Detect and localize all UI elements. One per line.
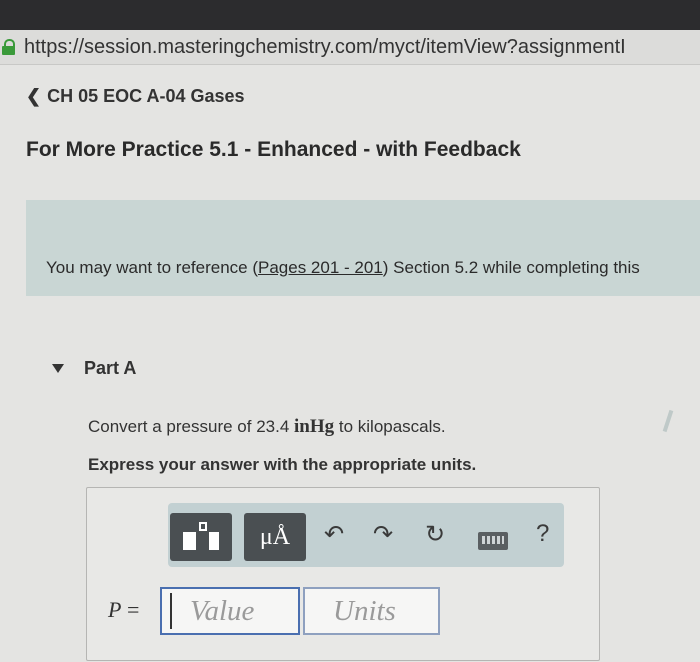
units-button-label: μÅ bbox=[259, 523, 291, 550]
reference-suffix: ) Section 5.2 while completing this bbox=[382, 258, 640, 277]
units-input[interactable]: Units bbox=[303, 587, 440, 635]
assignment-name[interactable]: CH 05 EOC A-04 Gases bbox=[47, 86, 244, 107]
lock-icon bbox=[2, 39, 16, 55]
templates-icon bbox=[183, 522, 219, 552]
question-suffix: to kilopascals. bbox=[334, 417, 446, 436]
help-icon[interactable]: ? bbox=[536, 520, 549, 548]
keyboard-icon[interactable] bbox=[478, 532, 508, 550]
answer-variable-label: P = bbox=[108, 597, 139, 623]
value-input[interactable]: Value bbox=[160, 587, 300, 635]
undo-icon[interactable]: ↶ bbox=[324, 521, 344, 549]
reference-banner: You may want to reference (Pages 201 - 2… bbox=[26, 200, 700, 433]
text-cursor-icon bbox=[170, 593, 172, 629]
page-title: For More Practice 5.1 - Enhanced - with … bbox=[26, 138, 521, 161]
question-text: Convert a pressure of 23.4 inHg to kilop… bbox=[88, 416, 446, 438]
reference-prefix: You may want to reference ( bbox=[46, 258, 258, 277]
collapse-triangle-icon[interactable] bbox=[52, 364, 64, 373]
pages-link[interactable]: Pages 201 - 201 bbox=[258, 258, 383, 277]
answer-instruction: Express your answer with the appropriate… bbox=[88, 455, 477, 474]
reference-text: You may want to reference (Pages 201 - 2… bbox=[46, 258, 640, 278]
browser-top-frame bbox=[0, 0, 700, 30]
value-placeholder: Value bbox=[190, 595, 255, 627]
redo-icon[interactable]: ↷ bbox=[373, 521, 393, 549]
part-a-header[interactable]: Part A bbox=[52, 358, 136, 379]
question-prefix: Convert a pressure of 23.4 bbox=[88, 417, 295, 436]
math-toolbar: μÅ ↶ ↷ ↻ ? bbox=[168, 503, 564, 567]
pencil-icon bbox=[662, 409, 674, 433]
units-button[interactable]: μÅ bbox=[244, 513, 306, 561]
reset-icon[interactable]: ↻ bbox=[425, 521, 445, 549]
units-placeholder: Units bbox=[333, 595, 396, 627]
question-unit: inHg bbox=[294, 416, 335, 437]
chevron-left-icon: ❮ bbox=[26, 86, 42, 106]
url-text[interactable]: https://session.masteringchemistry.com/m… bbox=[24, 36, 626, 59]
back-to-assignment-link[interactable]: ❮ CH 05 EOC A-04 Gases bbox=[26, 86, 245, 107]
part-label[interactable]: Part A bbox=[84, 358, 136, 379]
equals-sign: = bbox=[121, 597, 140, 622]
address-bar[interactable]: https://session.masteringchemistry.com/m… bbox=[0, 30, 700, 65]
templates-button[interactable] bbox=[170, 513, 232, 561]
answer-variable: P bbox=[108, 597, 122, 622]
